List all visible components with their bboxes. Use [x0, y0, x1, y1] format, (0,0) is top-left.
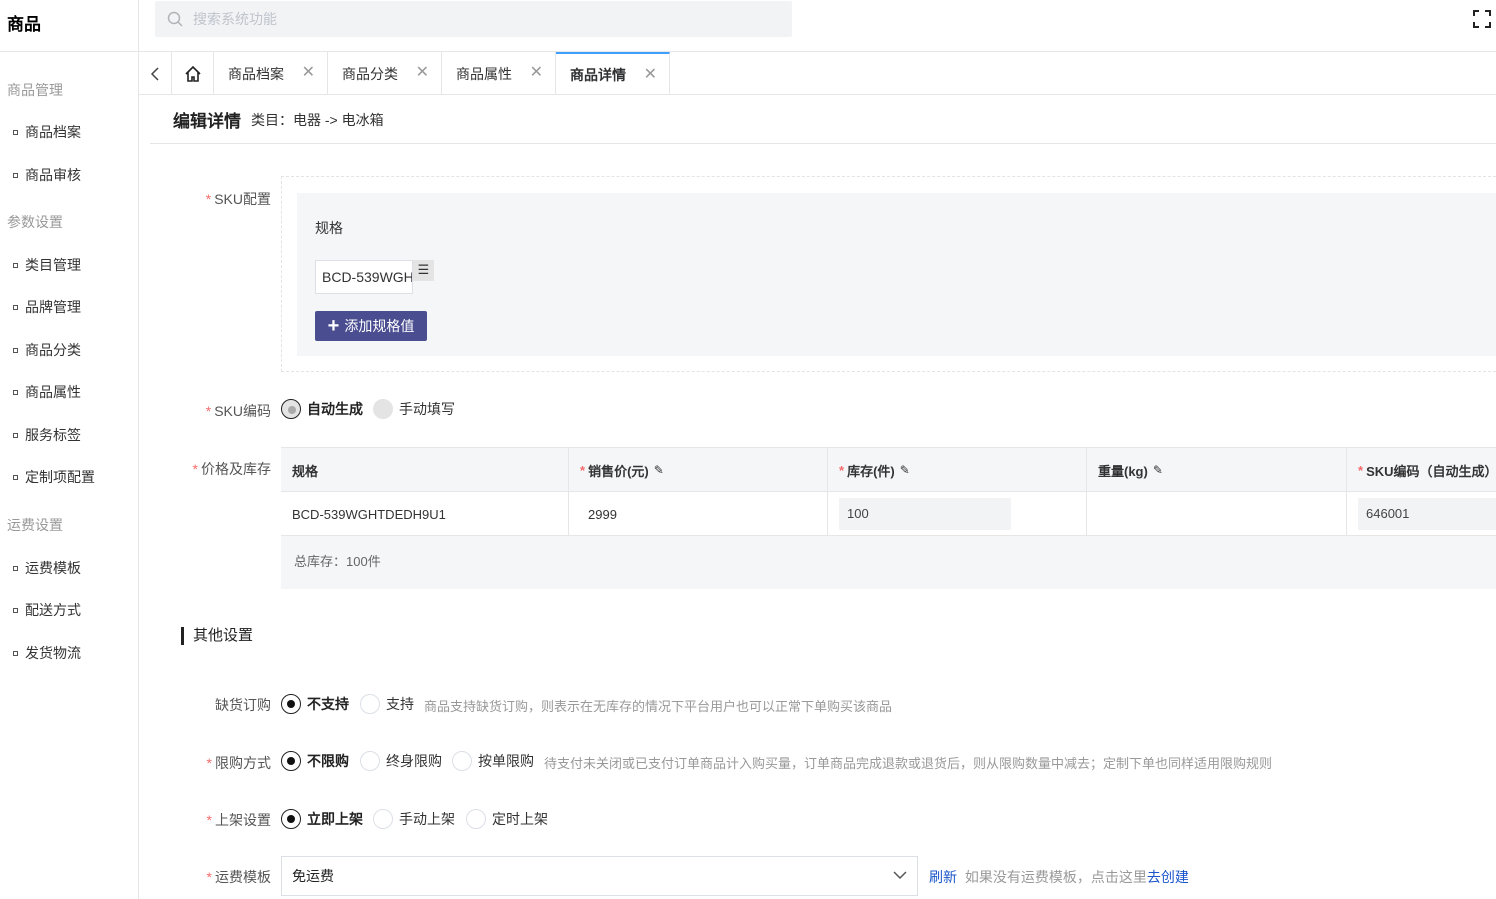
sku-code-input: 646001: [1358, 498, 1496, 530]
sidebar-item-attributes[interactable]: 商品属性: [13, 382, 81, 402]
menu-group-title: 商品管理: [7, 82, 63, 98]
search-placeholder: 搜索系统功能: [193, 11, 277, 27]
sidebar-item-category[interactable]: 类目管理: [13, 255, 81, 275]
edit-icon[interactable]: ✎: [900, 463, 910, 477]
limit-hint: 待支付未关闭或已支付订单商品计入购买量，订单商品完成退款或退货后，则从限购数量中…: [544, 756, 1273, 771]
create-template-link[interactable]: 去创建: [1147, 869, 1189, 885]
sidebar-item-brand[interactable]: 品牌管理: [13, 297, 81, 317]
limit-label: * 限购方式: [206, 755, 271, 771]
tab-product-classification[interactable]: 商品分类 ✕: [328, 52, 442, 95]
price-stock-label: * 价格及库存: [192, 461, 271, 477]
backorder-hint: 商品支持缺货订购，则表示在无库存的情况下平台用户也可以正常下单购买该商品: [424, 699, 893, 714]
column-header-stock: * 库存(件) ✎: [828, 448, 1087, 492]
sidebar: 商品 商品管理 商品档案 商品审核 参数设置 类目管理 品牌管理 商品分类 商品…: [0, 0, 139, 899]
page-header: 编辑详情 类目：电器 -> 电冰箱: [150, 96, 1496, 144]
column-header-spec: 规格: [281, 448, 569, 492]
search-icon: [167, 11, 183, 27]
cell-spec: BCD-539WGHTDEDH9U1: [281, 492, 569, 536]
column-header-weight: 重量(kg) ✎: [1087, 448, 1347, 492]
radio-backorder-no[interactable]: 不支持: [281, 694, 349, 714]
plus-icon: +: [327, 315, 340, 337]
home-icon: [184, 65, 201, 82]
sidebar-item-product-archive[interactable]: 商品档案: [13, 122, 81, 142]
tab-product-detail[interactable]: 商品详情 ✕: [556, 52, 670, 95]
spec-title: 规格: [315, 220, 343, 236]
chevron-down-icon: [893, 871, 907, 880]
edit-icon[interactable]: ✎: [654, 463, 664, 477]
table-header-row: 规格 * 销售价(元) ✎ * 库存(件) ✎ 重量(kg) ✎ * SKU编码（自动生成）: [281, 448, 1496, 492]
bullet-icon: [13, 607, 18, 613]
shipping-template-label: * 运费模板: [206, 869, 271, 885]
tab-bar: 商品档案 ✕ 商品分类 ✕ 商品属性 ✕ 商品详情 ✕: [139, 51, 1496, 95]
tab-product-archive[interactable]: 商品档案 ✕: [214, 52, 328, 95]
bullet-icon: [13, 432, 18, 438]
radio-list-manually[interactable]: 手动上架: [373, 809, 455, 829]
page-title: 编辑详情: [173, 112, 241, 131]
app-title: 商品: [0, 0, 138, 52]
close-icon[interactable]: ✕: [302, 65, 315, 81]
sidebar-item-delivery-method[interactable]: 配送方式: [13, 600, 81, 620]
table-row: BCD-539WGHTDEDH9U1 2999 100 646001: [281, 492, 1496, 536]
shipping-hint: 如果没有运费模板，点击这里: [964, 869, 1147, 885]
price-input[interactable]: 2999: [569, 492, 828, 536]
add-spec-value-button[interactable]: + 添加规格值: [315, 311, 427, 341]
radio-list-scheduled[interactable]: 定时上架: [466, 809, 548, 829]
drag-handle-icon[interactable]: ☰: [413, 260, 434, 281]
category-path: 类目：电器 -> 电冰箱: [251, 111, 384, 128]
tab-home[interactable]: [172, 52, 214, 95]
spec-panel: [297, 193, 1496, 356]
sidebar-item-shipping-template[interactable]: 运费模板: [13, 558, 81, 578]
fullscreen-icon[interactable]: [1473, 10, 1491, 28]
section-title-other: 其他设置: [181, 627, 253, 645]
stock-cell: 100: [828, 492, 1087, 536]
radio-limit-per-order[interactable]: 按单限购: [452, 751, 534, 771]
radio-auto-generate[interactable]: 自动生成: [281, 399, 363, 419]
sidebar-item-logistics[interactable]: 发货物流: [13, 643, 81, 663]
tab-scroll-left-button[interactable]: [139, 52, 172, 95]
shipping-template-select[interactable]: 免运费: [281, 856, 918, 896]
edit-icon[interactable]: ✎: [1153, 463, 1163, 477]
bullet-icon: [13, 650, 18, 656]
chevron-left-icon: [150, 66, 159, 81]
sku-code-label: * SKU编码: [205, 403, 271, 419]
weight-input[interactable]: [1087, 492, 1347, 536]
radio-list-immediately[interactable]: 立即上架: [281, 809, 363, 829]
sku-table: 规格 * 销售价(元) ✎ * 库存(件) ✎ 重量(kg) ✎ * SKU编码（自动生成）…: [281, 447, 1496, 536]
bullet-icon: [13, 474, 18, 480]
backorder-label: 缺货订购: [215, 697, 271, 713]
sku-code-cell: 646001: [1347, 492, 1496, 536]
sidebar-item-service-tags[interactable]: 服务标签: [13, 425, 81, 445]
sku-config-label: * SKU配置: [205, 191, 271, 207]
bullet-icon: [13, 347, 18, 353]
column-header-price: * 销售价(元) ✎: [569, 448, 828, 492]
bullet-icon: [13, 129, 18, 135]
radio-backorder-yes[interactable]: 支持: [360, 694, 414, 714]
radio-limit-none[interactable]: 不限购: [281, 751, 349, 771]
bullet-icon: [13, 304, 18, 310]
radio-limit-lifetime[interactable]: 终身限购: [360, 751, 442, 771]
sidebar-item-product-review[interactable]: 商品审核: [13, 165, 81, 185]
bullet-icon: [13, 262, 18, 268]
spec-value-input[interactable]: BCD-539WGHTDEDH9U1: [315, 260, 413, 294]
bullet-icon: [13, 389, 18, 395]
bullet-icon: [13, 172, 18, 178]
listing-label: * 上架设置: [206, 812, 271, 828]
column-header-sku-code: * SKU编码（自动生成）: [1358, 462, 1496, 479]
close-icon[interactable]: ✕: [416, 65, 429, 81]
stock-input[interactable]: 100: [839, 498, 1011, 530]
search-input[interactable]: 搜索系统功能: [155, 1, 792, 37]
sidebar-item-customization[interactable]: 定制项配置: [13, 467, 95, 487]
tab-product-attributes[interactable]: 商品属性 ✕: [442, 52, 556, 95]
refresh-link[interactable]: 刷新: [929, 869, 957, 885]
sidebar-item-classification[interactable]: 商品分类: [13, 340, 81, 360]
menu-group-title: 参数设置: [7, 214, 63, 230]
menu-group-title: 运费设置: [7, 517, 63, 533]
shipping-refresh-row: 刷新 如果没有运费模板，点击这里去创建: [929, 867, 1189, 887]
close-icon[interactable]: ✕: [644, 67, 657, 83]
total-stock: 总库存：100件: [281, 536, 1496, 589]
bullet-icon: [13, 565, 18, 571]
radio-manual-fill[interactable]: 手动填写: [373, 399, 455, 419]
close-icon[interactable]: ✕: [530, 65, 543, 81]
